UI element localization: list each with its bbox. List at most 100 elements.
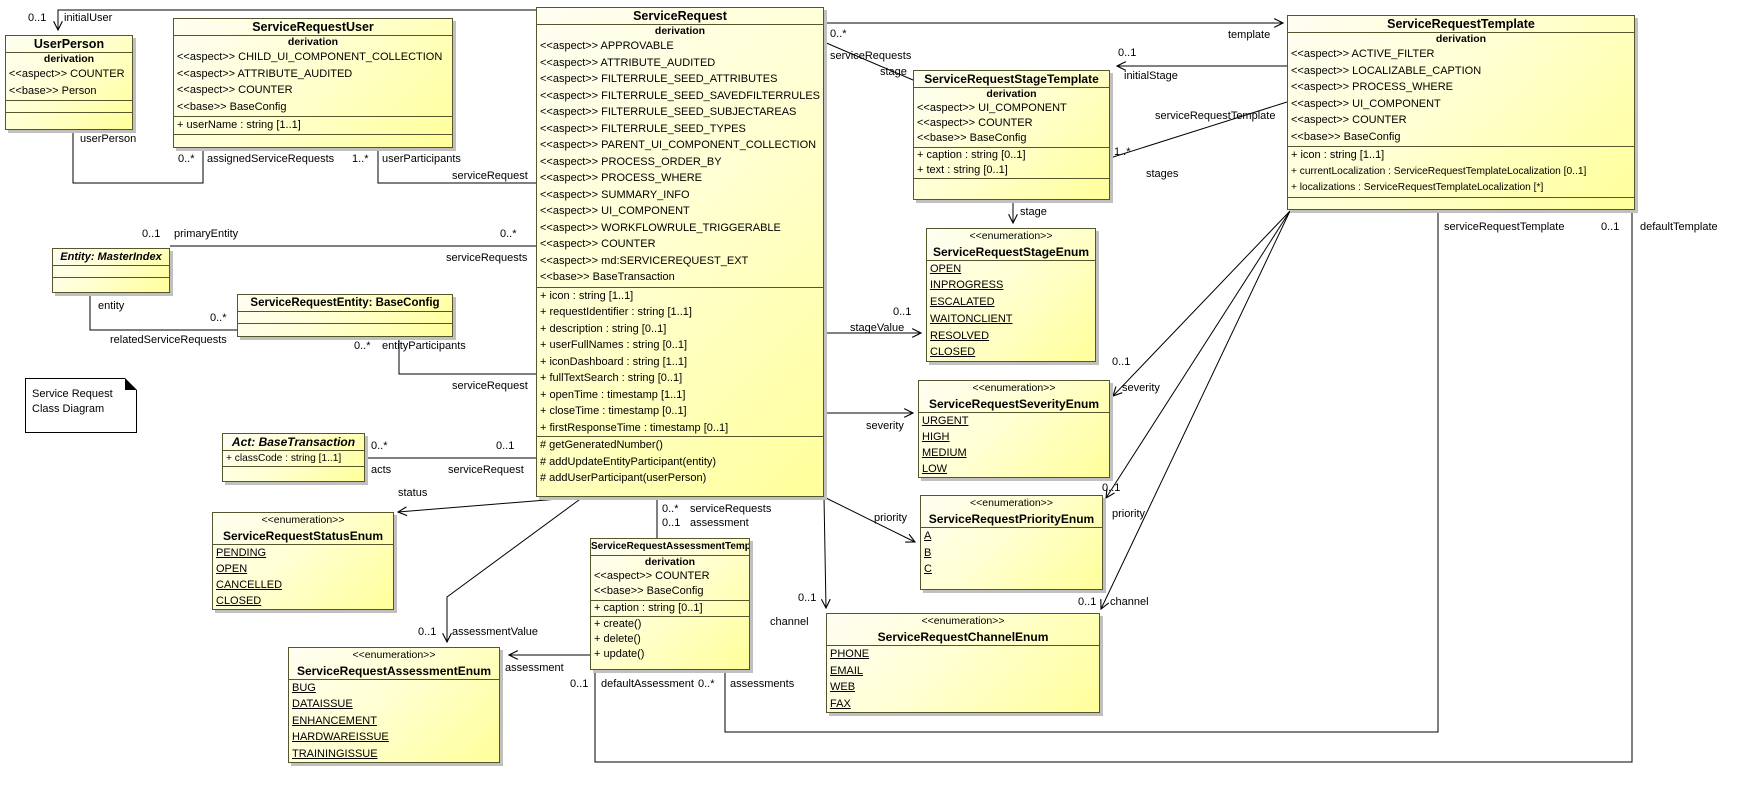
role-label: severity <box>866 420 904 432</box>
stereotype-row: <<aspect>> SUMMARY_INFO <box>537 187 823 204</box>
derivation-label: derivation <box>6 53 132 66</box>
stereotype-row: <<aspect>> FILTERRULE_SEED_TYPES <box>537 121 823 138</box>
operations-compartment-empty <box>238 324 452 336</box>
role-label: serviceRequests <box>446 252 527 264</box>
stereotype-row: <<aspect>> COUNTER <box>6 66 132 83</box>
enum-servicerequestassessmentenum[interactable]: <<enumeration>> ServiceRequestAssessment… <box>288 647 500 763</box>
role-label: serviceRequestTemplate <box>1444 221 1564 233</box>
role-label: severity <box>1122 382 1160 394</box>
enum-literal: HIGH <box>919 429 1109 445</box>
enum-literal: OPEN <box>927 261 1095 278</box>
stereotype-row: <<aspect>> md:SERVICEREQUEST_EXT <box>537 253 823 270</box>
enum-servicerequeststageenum[interactable]: <<enumeration>> ServiceRequestStageEnum … <box>926 228 1096 362</box>
connector-channel-template[interactable] <box>1101 211 1290 609</box>
multiplicity-label: 0..* <box>210 312 227 324</box>
connector-priority-template[interactable] <box>1106 211 1290 498</box>
enum-literal: EMAIL <box>827 663 1099 680</box>
stereotype-compartment: derivation <<aspect>> COUNTER <<base>> P… <box>6 53 132 101</box>
derivation-label: derivation <box>591 556 749 569</box>
operations-compartment-empty <box>223 467 364 481</box>
enum-literal: ENHANCEMENT <box>289 713 499 729</box>
attribute-row: + firstResponseTime : timestamp [0..1] <box>537 420 823 437</box>
class-entity-masterindex[interactable]: Entity: MasterIndex <box>52 248 170 293</box>
class-title: ServiceRequestAssessmentTemplate <box>591 539 749 556</box>
class-servicerequestuser[interactable]: ServiceRequestUser derivation <<aspect>>… <box>173 18 453 148</box>
multiplicity-label: 0..1 <box>893 306 911 318</box>
enum-literal: INPROGRESS <box>927 277 1095 294</box>
enumeration-keyword: <<enumeration>> <box>827 614 1099 629</box>
class-title: ServiceRequestStageTemplate <box>914 71 1109 88</box>
enum-literal: MEDIUM <box>919 445 1109 461</box>
enum-servicerequestpriorityenum[interactable]: <<enumeration>> ServiceRequestPriorityEn… <box>920 495 1103 590</box>
multiplicity-label: 0..1 <box>662 517 680 529</box>
attributes-compartment: + icon : string [1..1] + currentLocaliza… <box>1288 147 1634 198</box>
enum-literal: TRAININGISSUE <box>289 746 499 762</box>
role-label: userParticipants <box>382 153 461 165</box>
role-label: assessment <box>505 662 564 674</box>
stereotype-row: <<aspect>> COUNTER <box>537 236 823 253</box>
role-label: serviceRequestTemplate <box>1155 110 1275 122</box>
role-label: stage <box>1020 206 1047 218</box>
enum-servicerequeststatusenum[interactable]: <<enumeration>> ServiceRequestStatusEnum… <box>212 512 394 610</box>
role-label: relatedServiceRequests <box>110 334 227 346</box>
enumeration-keyword: <<enumeration>> <box>927 229 1095 244</box>
stereotype-row: <<aspect>> APPROVABLE <box>537 38 823 55</box>
diagram-note[interactable]: Service Request Class Diagram <box>25 378 137 433</box>
multiplicity-label: 0..1 <box>1118 47 1136 59</box>
class-userperson[interactable]: UserPerson derivation <<aspect>> COUNTER… <box>5 35 133 130</box>
stereotype-row: <<base>> BaseConfig <box>174 99 452 116</box>
connector-channel-sr[interactable] <box>824 497 826 608</box>
class-servicerequest[interactable]: ServiceRequest derivation <<aspect>> APP… <box>536 7 824 497</box>
operations-compartment: + create() + delete() + update() <box>591 617 749 669</box>
enum-literal: CANCELLED <box>213 577 393 593</box>
role-label: entityParticipants <box>382 340 466 352</box>
role-label: assessment <box>690 517 749 529</box>
operation-row: # addUserParticipant(userPerson) <box>537 470 823 487</box>
enum-literal: RESOLVED <box>927 328 1095 345</box>
stereotype-row: <<aspect>> UI_COMPONENT <box>537 203 823 220</box>
stereotype-row: <<aspect>> ATTRIBUTE_AUDITED <box>174 66 452 83</box>
stereotype-row: <<aspect>> COUNTER <box>1288 112 1634 129</box>
class-servicerequeststagetemplate[interactable]: ServiceRequestStageTemplate derivation <… <box>913 70 1110 200</box>
stereotype-row: <<aspect>> ACTIVE_FILTER <box>1288 46 1634 63</box>
enum-literal: HARDWAREISSUE <box>289 729 499 745</box>
class-act-basetransaction[interactable]: Act: BaseTransaction + classCode : strin… <box>222 433 365 482</box>
class-servicerequesttemplate[interactable]: ServiceRequestTemplate derivation <<aspe… <box>1287 15 1635 210</box>
role-label: priority <box>1112 508 1145 520</box>
role-label: stageValue <box>850 322 904 334</box>
role-label: assessments <box>730 678 794 690</box>
connector-severity-template[interactable] <box>1113 211 1290 396</box>
stereotype-row: <<aspect>> FILTERRULE_SEED_SAVEDFILTERRU… <box>537 88 823 105</box>
enum-title: ServiceRequestStatusEnum <box>213 528 393 545</box>
attributes-compartment: + userName : string [1..1] <box>174 117 452 135</box>
multiplicity-label: 0..1 <box>28 12 46 24</box>
multiplicity-label: 1..* <box>352 153 369 165</box>
stereotype-compartment: derivation <<aspect>> ACTIVE_FILTER <<as… <box>1288 33 1634 147</box>
multiplicity-label: 0..* <box>830 28 847 40</box>
class-title: Act: BaseTransaction <box>223 434 364 451</box>
role-label: template <box>1228 29 1270 41</box>
enum-literal: ESCALATED <box>927 294 1095 311</box>
derivation-label: derivation <box>914 88 1109 101</box>
enum-servicerequestseverityenum[interactable]: <<enumeration>> ServiceRequestSeverityEn… <box>918 380 1110 478</box>
multiplicity-label: 0..1 <box>570 678 588 690</box>
role-label: priority <box>874 512 907 524</box>
connector-status[interactable] <box>398 497 583 512</box>
class-servicerequestentity[interactable]: ServiceRequestEntity: BaseConfig <box>237 294 453 337</box>
connector-assessmentvalue[interactable] <box>447 497 583 642</box>
class-title: ServiceRequest <box>537 8 823 25</box>
enum-title: ServiceRequestChannelEnum <box>827 629 1099 646</box>
enum-title: ServiceRequestAssessmentEnum <box>289 663 499 680</box>
stereotype-row: <<aspect>> FILTERRULE_SEED_ATTRIBUTES <box>537 71 823 88</box>
attribute-row: + caption : string [0..1] <box>591 601 749 616</box>
class-title: ServiceRequestTemplate <box>1288 16 1634 33</box>
stereotype-compartment: derivation <<aspect>> APPROVABLE <<aspec… <box>537 25 823 288</box>
role-label: stage <box>880 66 907 78</box>
stereotype-compartment: derivation <<aspect>> COUNTER <<base>> B… <box>591 556 749 601</box>
enum-servicerequestchannelenum[interactable]: <<enumeration>> ServiceRequestChannelEnu… <box>826 613 1100 713</box>
derivation-label: derivation <box>1288 33 1634 46</box>
class-servicerequestassessmenttemplate[interactable]: ServiceRequestAssessmentTemplate derivat… <box>590 538 750 670</box>
stereotype-row: <<base>> BaseConfig <box>914 131 1109 146</box>
operation-row: + create() <box>591 617 749 632</box>
attribute-row: + userFullNames : string [0..1] <box>537 337 823 354</box>
